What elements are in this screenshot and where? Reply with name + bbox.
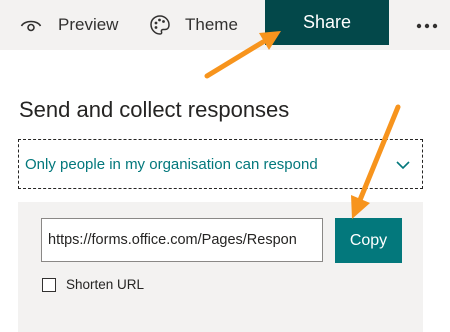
toolbar: Preview Theme Share [0,0,450,50]
share-panel-title: Send and collect responses [19,97,290,122]
permission-dropdown-value: Only people in my organisation can respo… [25,155,318,173]
shorten-url-option[interactable]: Shorten URL [42,277,144,292]
share-panel: Send and collect responses Only people i… [0,50,450,332]
share-link-box: Copy Shorten URL [18,202,423,332]
permission-dropdown[interactable]: Only people in my organisation can respo… [18,139,423,189]
eye-icon [20,17,42,33]
chevron-down-icon [396,157,410,175]
palette-icon [149,14,171,36]
share-label: Share [302,12,352,32]
theme-button[interactable]: Theme [149,0,238,50]
more-options-button[interactable] [412,13,442,37]
shorten-url-checkbox[interactable] [42,277,56,292]
preview-label: Preview [58,15,119,34]
share-url-input[interactable] [41,218,323,262]
copy-label: Copy [349,231,388,249]
callout-notch [38,322,62,332]
theme-label: Theme [185,15,238,34]
copy-button[interactable]: Copy [335,218,402,263]
more-dots-icon [416,16,438,34]
shorten-url-label: Shorten URL [66,277,145,292]
preview-button[interactable]: Preview [20,0,118,50]
share-button[interactable]: Share [265,0,389,45]
